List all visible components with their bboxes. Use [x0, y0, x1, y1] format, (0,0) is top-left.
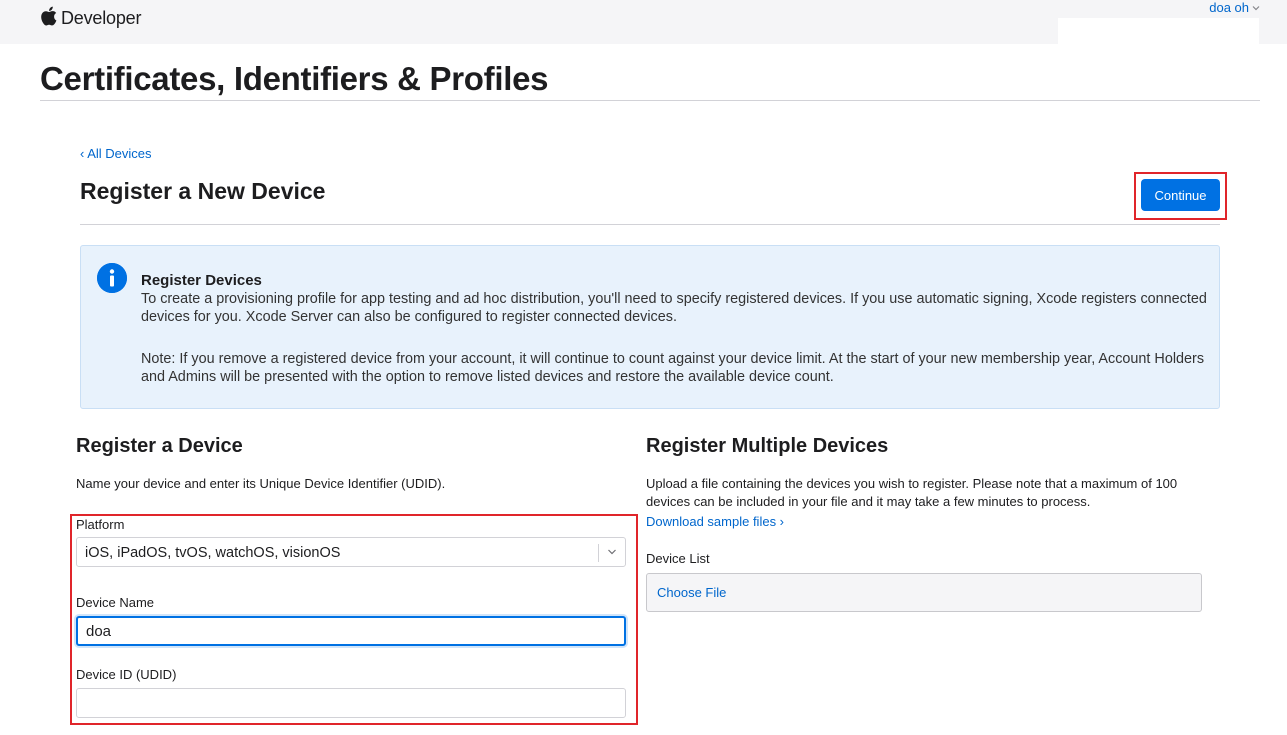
device-udid-input[interactable] [76, 688, 626, 718]
choose-file-button[interactable]: Choose File [657, 585, 726, 600]
account-name: doa oh [1209, 0, 1249, 15]
brand-text: Developer [61, 8, 142, 28]
select-chevron-icon [606, 545, 618, 559]
platform-select[interactable]: iOS, iPadOS, tvOS, watchOS, visionOS [76, 537, 626, 567]
platform-label: Platform [76, 517, 125, 532]
header-blank-area [1058, 18, 1259, 44]
download-sample-files-link[interactable]: Download sample files › [646, 514, 784, 529]
device-list-label: Device List [646, 551, 710, 566]
platform-select-value: iOS, iPadOS, tvOS, watchOS, visionOS [85, 545, 341, 561]
info-heading: Register Devices [141, 272, 262, 289]
info-banner: Register Devices To create a provisionin… [80, 245, 1220, 409]
apple-logo-icon [40, 6, 57, 31]
global-header: Developer doa oh [0, 0, 1287, 44]
info-text: To create a provisioning profile for app… [141, 291, 1207, 325]
device-name-input[interactable] [76, 616, 626, 646]
register-device-description: Name your device and enter its Unique De… [76, 476, 446, 491]
register-multiple-title: Register Multiple Devices [646, 435, 889, 457]
info-icon [97, 263, 127, 293]
info-note: Note: If you remove a registered device … [141, 351, 1205, 385]
all-devices-link[interactable]: ‹ All Devices [80, 146, 152, 161]
section-title: Register a New Device [80, 178, 326, 204]
register-device-title: Register a Device [76, 435, 243, 457]
account-menu[interactable]: doa oh [1209, 0, 1260, 15]
register-multiple-description: Upload a file containing the devices you… [646, 476, 1178, 509]
section-divider [80, 224, 1220, 225]
developer-brand[interactable]: Developer [40, 6, 141, 31]
continue-button[interactable]: Continue [1141, 179, 1220, 211]
device-name-label: Device Name [76, 595, 155, 610]
device-list-file-input[interactable]: Choose File [646, 573, 1202, 612]
select-divider [598, 544, 599, 562]
device-udid-label: Device ID (UDID) [76, 667, 177, 682]
title-divider [40, 100, 1260, 101]
page-title: Certificates, Identifiers & Profiles [40, 60, 549, 97]
chevron-down-icon [1252, 3, 1260, 13]
